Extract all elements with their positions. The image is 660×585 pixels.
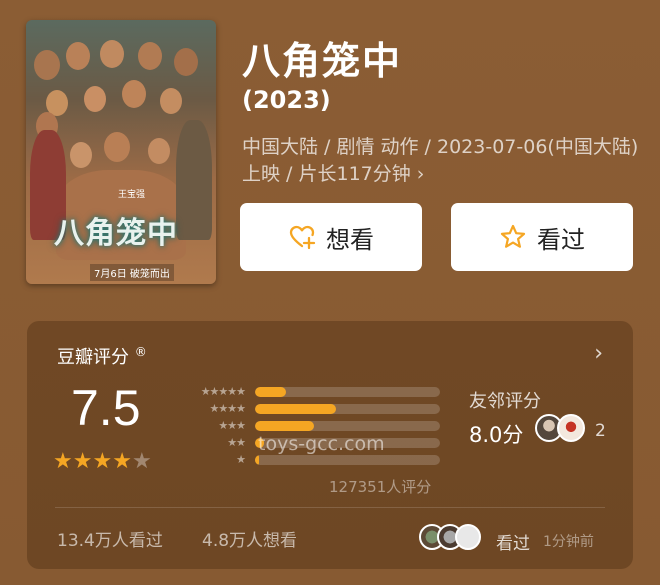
recent-activity-time: 1分钟前 [543,534,594,550]
distribution-row: ★★★★★ [179,383,440,400]
friends-count: 2 [595,421,606,441]
poster-figure [138,42,162,70]
distribution-bar [255,420,315,431]
poster-figure [148,138,170,164]
distribution-stars-label: ★★★ [218,419,246,432]
distribution-stars-label: ★ [236,453,246,466]
distribution-stars-label: ★★★★ [209,402,246,415]
distribution-stars-label: ★★ [227,436,246,449]
avatar [455,524,481,550]
rating-count: 127351人评分 [329,478,432,496]
poster-title: 八角笼中 [54,216,178,251]
star-outline-icon [500,224,526,248]
watermark: toys-gcc.com [258,433,385,455]
seen-button[interactable]: 看过 [451,203,633,271]
want-count[interactable]: 4.8万人想看 [202,526,297,551]
heart-plus-icon [289,225,316,250]
want-button[interactable]: 想看 [240,203,422,271]
distribution-bar [255,403,337,414]
poster-cast-text: 王宝强 [118,190,146,200]
rating-distribution: ★★★★★ ★★★★ ★★★ ★★ ★ [179,383,440,468]
rating-header-text: 豆瓣评分 [57,347,129,368]
poster-date: 7月6日 破笼而出 [90,264,174,281]
poster-figure [84,86,106,112]
star-empty-icon: ★ [131,449,152,474]
friends-avatars[interactable] [535,414,585,442]
poster-figure [104,132,130,162]
distribution-row: ★★★★ [179,400,440,417]
recent-avatars[interactable] [419,524,481,550]
rating-stars: ★★★★★ [53,449,152,474]
friends-rating-score: 8.0分 [469,423,524,447]
distribution-bar [255,454,259,465]
chevron-right-icon: › [416,163,425,185]
distribution-stars-label: ★★★★★ [200,385,246,398]
movie-title: 八角笼中 [242,39,403,83]
poster-figure [160,88,182,114]
seen-button-label: 看过 [537,225,585,254]
movie-meta[interactable]: 中国大陆 / 剧情 动作 / 2023-07-06(中国大陆)上映 / 片长11… [242,134,642,188]
rating-header: 豆瓣评分 ® [57,343,147,369]
divider [55,507,605,508]
distribution-bar-track [255,386,440,397]
poster-figure [70,142,92,168]
chevron-right-icon[interactable]: › [594,341,603,366]
friends-rating-label[interactable]: 友邻评分 [469,387,541,413]
star-filled-icon: ★ [53,449,73,474]
rating-score: 7.5 [71,380,141,436]
distribution-bar-track [255,420,440,431]
poster-figure [100,40,124,68]
avatar [557,414,585,442]
star-filled-icon: ★ [112,449,132,474]
recent-activity-label: 看过 [496,534,530,554]
distribution-row: ★★★ [179,417,440,434]
distribution-bar-track [255,403,440,414]
seen-count[interactable]: 13.4万人看过 [57,526,163,551]
movie-page: 王宝强 八角笼中 7月6日 破笼而出 八角笼中 (2023) 中国大陆 / 剧情… [0,0,660,585]
movie-meta-text: 中国大陆 / 剧情 动作 / 2023-07-06(中国大陆)上映 / 片长11… [242,136,639,185]
poster-figure [34,50,60,80]
poster-figure [176,120,212,240]
poster-figure [66,42,90,70]
distribution-bar [255,386,287,397]
movie-poster[interactable]: 王宝强 八角笼中 7月6日 破笼而出 [26,20,216,284]
star-filled-icon: ★ [72,449,93,474]
want-button-label: 想看 [326,225,374,254]
star-filled-icon: ★ [92,449,113,474]
movie-year: (2023) [242,86,331,114]
registered-mark: ® [134,345,147,359]
rating-card[interactable]: 豆瓣评分 ® › 7.5 ★★★★★ ★★★★★ ★★★★ ★★★ ★★ ★ toys-… [27,321,633,569]
distribution-bar-track [255,454,440,465]
poster-figure [174,48,198,76]
poster-figure [122,80,146,108]
